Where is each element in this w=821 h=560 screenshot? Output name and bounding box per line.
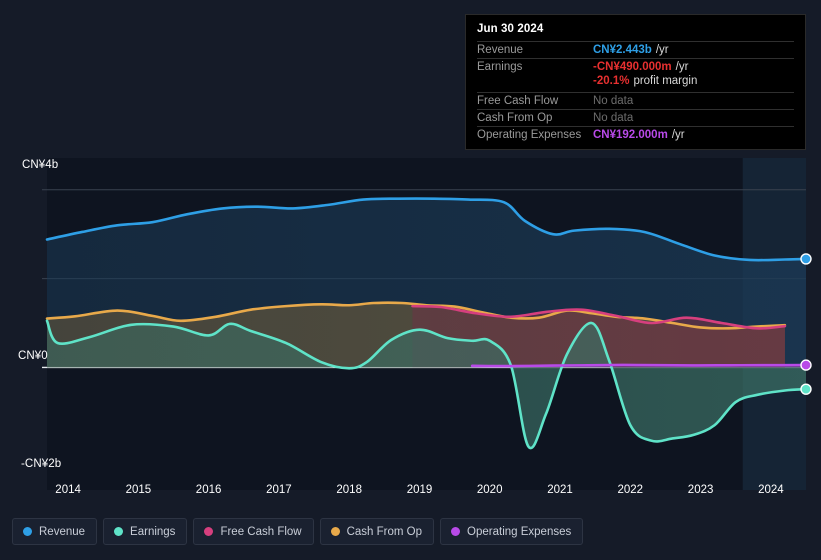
y-axis-label-bottom: -CN¥2b: [21, 458, 62, 470]
legend-item-label: Free Cash Flow: [220, 525, 302, 538]
x-axis-label-2014: 2014: [55, 484, 81, 496]
financial-chart-page: CN¥4b CN¥0 -CN¥2b 2014 2015 2016 2017 2018 20…: [0, 0, 821, 560]
tooltip-row-label: Earnings: [477, 61, 523, 73]
line-operating-expenses[interactable]: [470, 363, 808, 368]
legend-item-cash-from-op[interactable]: Cash From Op: [319, 518, 435, 545]
legend-item-revenue[interactable]: Revenue: [12, 518, 98, 545]
tooltip-row-earnings: Earnings -CN¥490.000m/yr: [477, 58, 794, 75]
x-axis-label-2019: 2019: [406, 484, 433, 496]
x-axis-label-2023: 2023: [687, 484, 714, 496]
x-axis-label-2015: 2015: [125, 484, 152, 496]
tooltip-row-label: Free Cash Flow: [477, 95, 559, 107]
endpoint-earnings[interactable]: [800, 383, 812, 395]
tooltip-row-unit: profit margin: [633, 75, 698, 87]
legend-color-dot-icon: [451, 527, 461, 536]
tooltip-row-value: No data: [593, 95, 634, 107]
tooltip-row-profit-margin: -20.1% profit margin: [477, 75, 794, 92]
endpoint-operating-expenses[interactable]: [800, 359, 812, 371]
legend-color-dot-icon: [114, 527, 124, 536]
legend-item-label: Earnings: [130, 525, 176, 538]
tooltip-row-value: CN¥192.000m: [593, 129, 668, 141]
tooltip-row-value: No data: [593, 112, 634, 124]
x-axis-label-2016: 2016: [195, 484, 222, 496]
tooltip-date: Jun 30 2024: [477, 23, 544, 35]
tooltip-row-label: Operating Expenses: [477, 129, 582, 141]
x-axis-label-2018: 2018: [336, 484, 362, 496]
x-axis-label-2021: 2021: [547, 484, 573, 496]
tooltip-row-cash-from-op: Cash From Op No data: [477, 109, 794, 126]
tooltip-row-unit: /yr: [675, 61, 689, 73]
legend-item-operating-expenses[interactable]: Operating Expenses: [440, 518, 584, 545]
y-axis-label-top: CN¥4b: [22, 159, 59, 171]
legend-item-label: Revenue: [39, 525, 86, 538]
tooltip-rows: Revenue CN¥2.443b/yr Earnings -CN¥490.000m /…: [477, 41, 794, 143]
tooltip-row-operating-expenses: Operating Expenses CN¥192.000m/yr: [477, 126, 794, 143]
tooltip-row-unit: /yr: [671, 129, 685, 141]
tooltip-row-value: -20.1%: [593, 75, 630, 87]
chart-legend[interactable]: Revenue Earnings Free Cash Flow Cash From O…: [12, 518, 584, 545]
tooltip-row-label: Revenue: [477, 44, 524, 56]
legend-item-label: Operating Expenses: [467, 525, 572, 538]
legend-item-label: Cash From Op: [346, 525, 423, 538]
data-tooltip: Jun 30 2024 Revenue CN¥2.443b/yr Earnings -…: [465, 14, 806, 150]
y-axis-label-zero: CN¥0: [18, 350, 48, 362]
legend-color-dot-icon: [204, 527, 214, 536]
legend-color-dot-icon: [23, 527, 32, 536]
x-axis-label-2020: 2020: [476, 484, 503, 496]
legend-item-free-cash-flow[interactable]: Free Cash Flow: [193, 518, 314, 545]
x-axis-label-2017: 2017: [266, 484, 292, 496]
x-axis-label-2024: 2024: [758, 484, 784, 496]
x-axis-label-2022: 2022: [617, 484, 644, 496]
tooltip-row-unit: /yr: [655, 44, 669, 56]
tooltip-row-value: CN¥2.443b: [593, 44, 652, 56]
tooltip-row-revenue: Revenue CN¥2.443b/yr: [477, 41, 794, 58]
tooltip-row-value: -CN¥490.000m: [593, 61, 672, 73]
legend-color-dot-icon: [330, 527, 340, 536]
tooltip-row-label: Cash From Op: [477, 112, 553, 124]
tooltip-row-free-cash-flow: Free Cash Flow No data: [477, 92, 794, 109]
endpoint-revenue[interactable]: [800, 253, 812, 265]
legend-item-earnings[interactable]: Earnings: [103, 518, 188, 545]
